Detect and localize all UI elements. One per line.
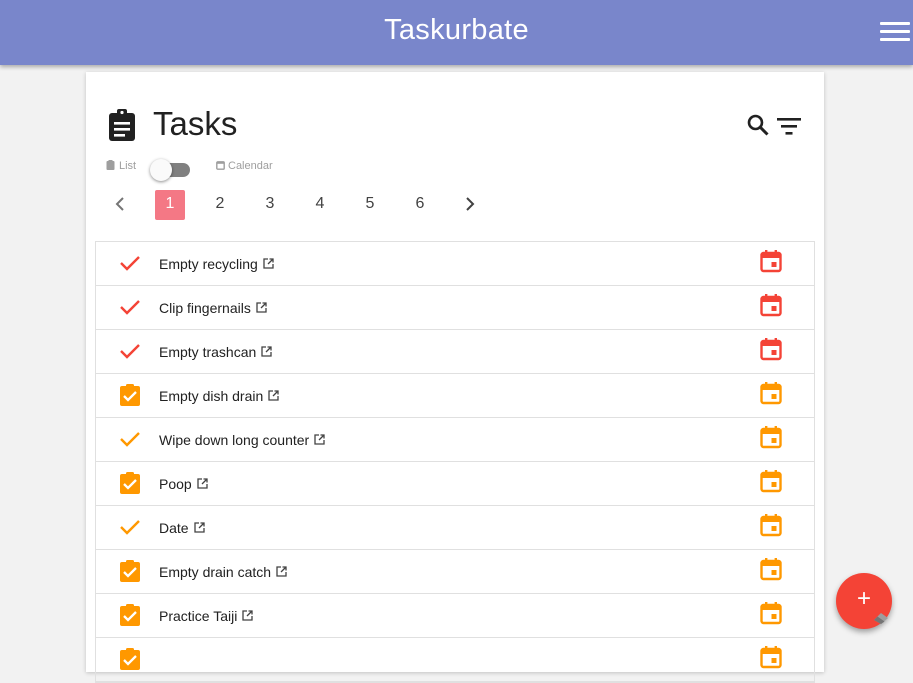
calendar-icon[interactable] bbox=[759, 337, 783, 361]
open-in-new-icon[interactable] bbox=[314, 434, 325, 445]
page-title: Tasks bbox=[153, 105, 238, 142]
task-name[interactable]: Empty drain catch bbox=[159, 564, 287, 580]
calendar-icon[interactable] bbox=[759, 601, 783, 625]
task-list: Empty recycling Clip fingernails Empty t… bbox=[95, 241, 815, 683]
calendar-icon[interactable] bbox=[759, 513, 783, 537]
page-1[interactable]: 1 bbox=[155, 190, 185, 220]
view-switch[interactable] bbox=[150, 159, 196, 181]
check-icon[interactable] bbox=[119, 516, 141, 538]
task-row[interactable]: Wipe down long counter bbox=[96, 418, 814, 462]
calendar-label: Calendar bbox=[228, 160, 273, 172]
calendar-icon[interactable] bbox=[759, 249, 783, 273]
clipboard-icon bbox=[109, 109, 135, 141]
clipboard-check-icon[interactable] bbox=[119, 384, 141, 406]
task-name-text: Empty trashcan bbox=[159, 344, 257, 360]
open-in-new-icon[interactable] bbox=[263, 258, 274, 269]
task-row[interactable]: Empty drain catch bbox=[96, 550, 814, 594]
task-name[interactable]: Clip fingernails bbox=[159, 300, 267, 316]
task-name-text: Empty dish drain bbox=[159, 388, 264, 404]
calendar-small-icon bbox=[216, 161, 225, 170]
calendar-icon[interactable] bbox=[759, 425, 783, 449]
chevron-right-icon[interactable] bbox=[460, 194, 480, 214]
task-name[interactable]: Poop bbox=[159, 476, 208, 492]
task-name[interactable]: Empty dish drain bbox=[159, 388, 279, 404]
task-row[interactable]: Practice Taiji bbox=[96, 594, 814, 638]
chevron-left-icon[interactable] bbox=[110, 194, 130, 214]
task-name[interactable]: Practice Taiji bbox=[159, 608, 253, 624]
task-name[interactable]: Empty trashcan bbox=[159, 344, 272, 360]
task-name-text: Empty recycling bbox=[159, 256, 258, 272]
check-icon[interactable] bbox=[119, 340, 141, 362]
pagination: 1 2 3 4 5 6 bbox=[106, 190, 486, 220]
check-icon[interactable] bbox=[119, 252, 141, 274]
calendar-icon[interactable] bbox=[759, 645, 783, 669]
task-row[interactable]: Clip fingernails bbox=[96, 286, 814, 330]
view-toggle: List Calendar bbox=[106, 159, 306, 181]
open-in-new-icon[interactable] bbox=[256, 302, 267, 313]
clipboard-check-icon[interactable] bbox=[119, 604, 141, 626]
open-in-new-icon[interactable] bbox=[197, 478, 208, 489]
page-6[interactable]: 6 bbox=[405, 190, 435, 220]
page-4[interactable]: 4 bbox=[305, 190, 335, 220]
open-in-new-icon[interactable] bbox=[193, 522, 205, 533]
task-name[interactable]: Wipe down long counter bbox=[159, 432, 325, 448]
eraser-icon bbox=[874, 613, 888, 624]
open-in-new-icon[interactable] bbox=[268, 390, 279, 401]
plus-icon: + bbox=[856, 585, 871, 612]
clipboard-check-icon[interactable] bbox=[119, 648, 141, 670]
task-name[interactable]: Empty recycling bbox=[159, 256, 274, 272]
check-icon[interactable] bbox=[119, 296, 141, 318]
page-5[interactable]: 5 bbox=[355, 190, 385, 220]
calendar-icon[interactable] bbox=[759, 469, 783, 493]
filter-icon[interactable] bbox=[776, 114, 802, 138]
open-in-new-icon[interactable] bbox=[261, 346, 272, 357]
task-row[interactable]: Poop bbox=[96, 462, 814, 506]
clipboard-check-icon[interactable] bbox=[119, 560, 141, 582]
task-name-text: Clip fingernails bbox=[159, 300, 251, 316]
task-name-text: Date bbox=[159, 520, 189, 536]
clipboard-check-icon[interactable] bbox=[119, 472, 141, 494]
calendar-icon[interactable] bbox=[759, 293, 783, 317]
task-row[interactable]: Date bbox=[96, 506, 814, 550]
list-label: List bbox=[119, 160, 137, 172]
page-2[interactable]: 2 bbox=[205, 190, 235, 220]
open-in-new-icon[interactable] bbox=[276, 566, 287, 577]
task-name-text: Poop bbox=[159, 476, 192, 492]
check-icon[interactable] bbox=[119, 428, 141, 450]
task-row[interactable]: Empty recycling bbox=[96, 242, 814, 286]
search-icon[interactable] bbox=[746, 113, 770, 137]
app-title: Taskurbate bbox=[384, 14, 529, 46]
task-row[interactable]: Empty dish drain bbox=[96, 374, 814, 418]
calendar-icon[interactable] bbox=[759, 557, 783, 581]
task-name[interactable]: Date bbox=[159, 520, 205, 536]
list-icon bbox=[106, 160, 115, 170]
task-name-text: Wipe down long counter bbox=[159, 432, 310, 448]
task-name-text: Practice Taiji bbox=[159, 608, 238, 624]
task-row[interactable]: Empty trashcan bbox=[96, 330, 814, 374]
task-row[interactable] bbox=[96, 638, 814, 682]
open-in-new-icon[interactable] bbox=[242, 610, 253, 621]
calendar-icon[interactable] bbox=[759, 381, 783, 405]
task-name-text: Empty drain catch bbox=[159, 564, 272, 580]
page-3[interactable]: 3 bbox=[255, 190, 285, 220]
menu-icon[interactable] bbox=[878, 20, 912, 44]
app-bar: Taskurbate bbox=[0, 0, 913, 65]
add-task-button[interactable]: + bbox=[836, 573, 892, 629]
tasks-card: Tasks List Calendar 1 2 3 4 5 6 Empty re… bbox=[86, 72, 824, 683]
